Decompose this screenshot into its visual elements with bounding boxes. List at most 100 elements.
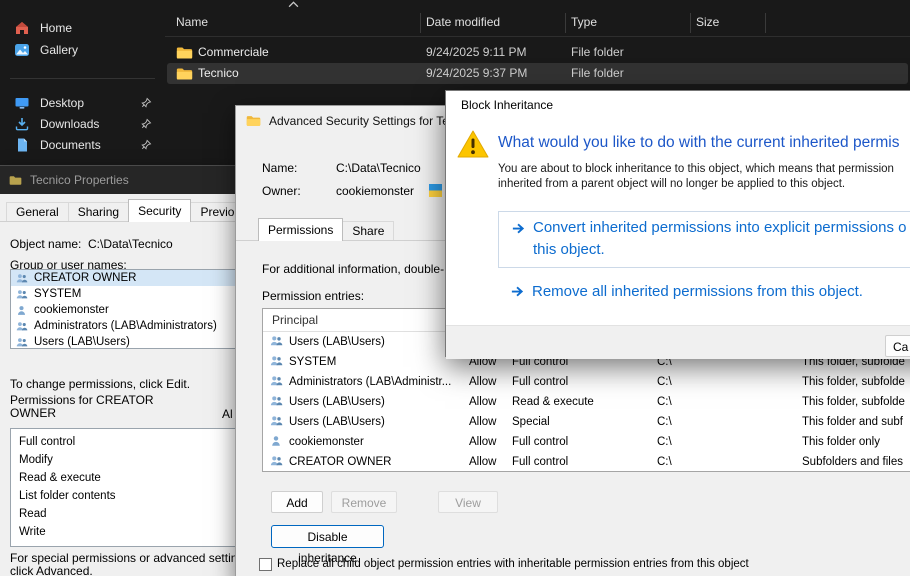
entry-type: Allow [469,396,496,408]
entry-applies-to: This folder, subfolde [802,396,905,408]
entry-type: Allow [469,416,496,428]
entry-row[interactable]: Users (LAB\Users) Allow Special C:\ This… [263,412,910,432]
users-icon [269,355,283,367]
body-text-line1: You are about to block inheritance to th… [498,163,910,175]
view-button[interactable]: View [438,491,498,513]
entry-row[interactable]: cookiemonster Allow Full control C:\ Thi… [263,432,910,452]
user-icon [269,435,283,447]
pin-icon [140,118,152,130]
users-icon [269,395,283,407]
column-header-name[interactable]: Name [176,15,208,29]
group-name: Administrators (LAB\Administrators) [34,320,217,332]
folder-icon [9,175,22,186]
edit-note: To change permissions, click Edit. [10,377,190,391]
command-link-text: Remove all inherited permissions from th… [532,283,863,300]
column-header-principal[interactable]: Principal [272,313,318,327]
file-row-tecnico[interactable]: Tecnico 9/24/2025 9:37 PM File folder [167,63,908,84]
file-row-commerciale[interactable]: Commerciale 9/24/2025 9:11 PM File folde… [167,42,908,63]
entry-applies-to: Subfolders and files [802,456,903,468]
entry-inherited-from: C:\ [657,396,672,408]
sidebar-item-label: Home [40,21,72,35]
replace-permissions-checkbox[interactable] [259,558,272,571]
pin-icon [140,97,152,109]
entry-applies-to: This folder and subf [802,416,903,428]
entry-row[interactable]: Users (LAB\Users) Allow Read & execute C… [263,392,910,412]
group-name: Users (LAB\Users) [34,336,130,348]
entry-principal: SYSTEM [289,356,336,368]
pin-icon [140,139,152,151]
permission-name: List folder contents [19,490,116,502]
group-name: SYSTEM [34,288,81,300]
entry-type: Allow [469,456,496,468]
column-divider[interactable] [565,13,566,33]
disable-inheritance-button[interactable]: Disable inheritance [271,525,384,548]
entry-row[interactable]: CREATOR OWNER Allow Full control C:\ Sub… [263,452,910,472]
dialog-title: Block Inheritance [461,98,553,112]
users-icon [269,415,283,427]
entry-access: Full control [512,456,568,468]
column-header-type[interactable]: Type [571,15,597,29]
tab-sharing[interactable]: Sharing [68,202,129,222]
object-name-value: C:\Data\Tecnico [88,237,173,251]
cancel-button[interactable]: Ca [885,335,910,357]
entry-inherited-from: C:\ [657,416,672,428]
users-icon [15,289,28,300]
tab-general[interactable]: General [6,202,69,222]
permission-name: Read [19,508,47,520]
advanced-note-line2: click Advanced. [10,564,93,576]
object-name-label: Object name: [10,237,81,251]
sidebar-item-label: Gallery [40,43,78,57]
dialog-footer: Ca [446,325,910,359]
sidebar-item-label: Downloads [40,117,99,131]
column-header-date-modified[interactable]: Date modified [426,15,500,29]
sidebar-item-documents[interactable]: Documents [8,134,158,156]
entry-inherited-from: C:\ [657,436,672,448]
column-header-size[interactable]: Size [696,15,719,29]
entries-label: Permission entries: [262,289,364,303]
entry-applies-to: This folder only [802,436,880,448]
entry-inherited-from: C:\ [657,376,672,388]
allow-column-header: Al [222,407,233,421]
entry-principal: Administrators (LAB\Administr... [289,376,451,388]
permissions-for-label: Permissions for CREATOR OWNER [10,394,170,420]
documents-icon [14,137,30,153]
sidebar-item-label: Documents [40,138,101,152]
body-text-line2: inherited from a parent object will no l… [498,178,910,190]
replace-permissions-label: Replace all child object permission entr… [277,558,749,570]
sidebar-item-downloads[interactable]: Downloads [8,113,158,135]
file-date-modified: 9/24/2025 9:37 PM [426,66,527,80]
gallery-icon [14,42,30,58]
entry-row[interactable]: Administrators (LAB\Administr... Allow F… [263,372,910,392]
sidebar-item-home[interactable]: Home [8,17,158,39]
column-divider[interactable] [690,13,691,33]
column-divider[interactable] [765,13,766,33]
owner-value: cookiemonster [336,184,414,198]
entry-principal: cookiemonster [289,436,364,448]
file-date-modified: 9/24/2025 9:11 PM [426,45,527,59]
tab-security[interactable]: Security [128,199,191,222]
column-divider[interactable] [420,13,421,33]
desktop-screen: Home Gallery Desktop Downloads Documents [0,0,910,576]
dialog-title: Advanced Security Settings for Te [269,114,449,128]
sidebar-item-gallery[interactable]: Gallery [8,39,158,61]
tab-permissions[interactable]: Permissions [258,218,343,241]
advanced-note-line1: For special permissions or advanced sett… [10,551,253,565]
home-icon [14,20,30,36]
add-button[interactable]: Add [271,491,323,513]
command-link-remove[interactable]: Remove all inherited permissions from th… [498,281,910,305]
file-type: File folder [571,45,624,59]
sidebar-item-desktop[interactable]: Desktop [8,92,158,114]
tab-share[interactable]: Share [342,221,394,241]
command-link-convert[interactable]: Convert inherited permissions into expli… [498,211,910,268]
entry-type: Allow [469,376,496,388]
entry-access: Full control [512,376,568,388]
file-list-header: Name Date modified Type Size [165,10,910,37]
advanced-tabs: Permissions Share [258,218,393,241]
permission-name: Write [19,526,46,538]
sidebar-item-label: Desktop [40,96,84,110]
entry-principal: CREATOR OWNER [289,456,391,468]
users-icon [269,335,283,347]
command-link-text-line2: this object. [533,241,605,258]
remove-button[interactable]: Remove [331,491,397,513]
dialog-title: Tecnico Properties [30,173,129,187]
